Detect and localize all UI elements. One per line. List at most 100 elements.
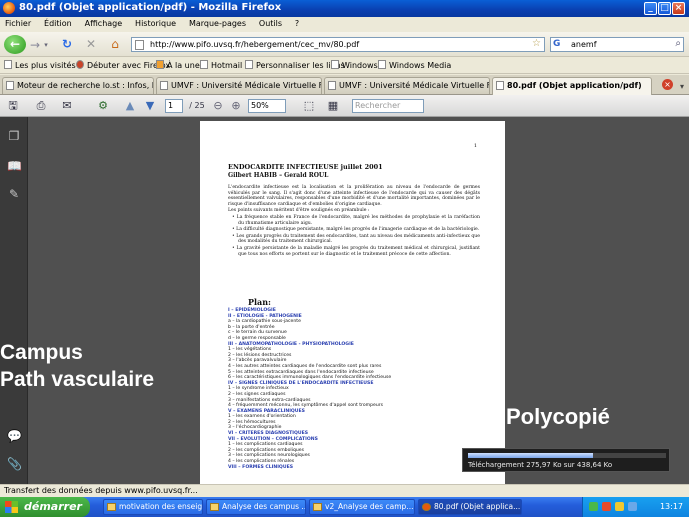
- tab-active[interactable]: 80.pdf (Objet application/pdf): [492, 77, 652, 95]
- tab[interactable]: Moteur de recherche lo.st : Infos, Phot.…: [2, 77, 154, 94]
- close-tab-icon[interactable]: ×: [662, 79, 673, 90]
- menu-help[interactable]: ?: [290, 17, 304, 28]
- tray-icon[interactable]: [589, 502, 598, 511]
- bookmark-item[interactable]: Personnaliser les liens: [245, 60, 345, 70]
- pdf-search-input[interactable]: Rechercher: [352, 99, 424, 113]
- navigation-toolbar: ← → ▾ ↻ ✕ ⌂ http://www.pifo.uvsq.fr/hebe…: [0, 32, 689, 57]
- table-of-contents: I – EPIDEMIOLOGIE II – ETIOLOGIE - PATHOG…: [228, 308, 488, 470]
- zoom-tool-icon[interactable]: ▦: [326, 98, 340, 114]
- zoom-select[interactable]: 50%: [248, 99, 286, 113]
- tab[interactable]: UMVF : Université Médicale Virtuelle Fra…: [324, 77, 490, 94]
- page-down-icon[interactable]: ▼: [144, 98, 156, 114]
- url-bar[interactable]: http://www.pifo.uvsq.fr/hebergement/cec_…: [131, 37, 545, 52]
- url-text: http://www.pifo.uvsq.fr/hebergement/cec_…: [150, 40, 360, 49]
- download-status: Téléchargement 275,97 Ko sur 438,64 Ko: [468, 461, 613, 469]
- home-icon[interactable]: ⌂: [106, 35, 124, 53]
- save-icon[interactable]: 🖫: [6, 98, 20, 114]
- bookmark-item[interactable]: Windows: [331, 60, 378, 70]
- overlay-campus-label: Campus Path vasculaire: [0, 341, 155, 391]
- zoom-in-icon[interactable]: ⊕: [230, 98, 242, 114]
- tray-icon[interactable]: [615, 502, 624, 511]
- print-icon[interactable]: ⎙: [34, 98, 48, 114]
- bookmark-item[interactable]: Les plus visités: [4, 60, 76, 70]
- title-bar: 80.pdf (Objet application/pdf) - Mozilla…: [0, 0, 689, 17]
- document-icon: [210, 503, 219, 511]
- google-icon[interactable]: G: [553, 39, 560, 49]
- firefox-icon: [76, 60, 84, 69]
- plan-heading: Plan:: [248, 297, 272, 307]
- taskbar-item[interactable]: motivation des enseig...: [103, 499, 203, 515]
- pdf-sidebar: ❐ 📖 ✎ 💬 📎: [0, 117, 28, 484]
- page-icon: [6, 81, 14, 90]
- stop-icon[interactable]: ✕: [82, 35, 100, 53]
- intro-paragraph: L'endocardite infectieuse est la localis…: [228, 185, 480, 207]
- document-authors: Gilbert HABIB – Gerald ROUL: [228, 172, 329, 179]
- taskbar-item[interactable]: Analyse des campus ...: [206, 499, 306, 515]
- signatures-icon[interactable]: ✎: [7, 187, 21, 201]
- tab-bar: Moteur de recherche lo.st : Infos, Phot.…: [0, 75, 689, 95]
- close-button[interactable]: ×: [672, 2, 685, 15]
- attachments-icon[interactable]: 📎: [7, 457, 22, 471]
- bookmark-item[interactable]: À la une: [156, 60, 200, 70]
- menu-edition[interactable]: Édition: [39, 17, 77, 28]
- document-icon: [313, 503, 322, 511]
- forward-arrow-icon[interactable]: →: [28, 36, 42, 54]
- document-icon: [107, 503, 116, 511]
- progress-bar: [468, 453, 666, 458]
- page-number-input[interactable]: 1: [165, 99, 183, 113]
- pages-icon[interactable]: ❐: [7, 129, 21, 143]
- taskbar-item-active[interactable]: 80.pdf (Objet applica...: [418, 499, 522, 515]
- page-icon: [496, 81, 504, 90]
- select-tool-icon[interactable]: ⬚: [302, 98, 316, 114]
- tab[interactable]: UMVF : Université Médicale Virtuelle Fra…: [156, 77, 322, 94]
- menu-outils[interactable]: Outils: [254, 17, 287, 28]
- bookmarks-icon[interactable]: 📖: [7, 159, 22, 173]
- menu-marque-pages[interactable]: Marque-pages: [184, 17, 251, 28]
- page-up-icon[interactable]: ▲: [124, 98, 136, 114]
- bookmark-item[interactable]: Hotmail: [200, 60, 242, 70]
- minimize-button[interactable]: _: [644, 2, 657, 15]
- taskbar-item[interactable]: v2_Analyse des camp...: [309, 499, 415, 515]
- search-box[interactable]: G anemf ⌕: [550, 37, 684, 52]
- share-icon[interactable]: ✉: [58, 98, 76, 114]
- overlay-polycopie-label: Polycopié: [506, 404, 610, 429]
- page-icon: [245, 60, 253, 69]
- clock: 13:17: [659, 502, 683, 511]
- back-arrow-icon[interactable]: ←: [4, 35, 26, 54]
- progress-fill: [468, 453, 593, 458]
- menu-historique[interactable]: Historique: [130, 17, 181, 28]
- page-icon: [378, 60, 386, 69]
- page-icon: [200, 60, 208, 69]
- page-icon: [331, 60, 339, 69]
- reload-icon[interactable]: ↻: [58, 35, 76, 53]
- star-icon[interactable]: ☆: [532, 38, 541, 49]
- status-bar: Transfert des données depuis www.pifo.uv…: [0, 484, 689, 497]
- pdf-viewer[interactable]: ❐ 📖 ✎ 💬 📎 1 ENDOCARDITE INFECTIEUSE juil…: [0, 117, 689, 484]
- windows-logo-icon: [5, 501, 18, 513]
- comments-icon[interactable]: 💬: [7, 429, 22, 443]
- page-icon: [328, 81, 336, 90]
- rss-icon: [156, 60, 164, 69]
- menu-affichage[interactable]: Affichage: [80, 17, 128, 28]
- search-icon[interactable]: ⌕: [675, 38, 681, 49]
- search-input[interactable]: anemf: [571, 40, 597, 49]
- system-tray: 13:17: [582, 497, 689, 517]
- history-dropdown-icon[interactable]: ▾: [42, 36, 50, 54]
- pdf-page: 1 ENDOCARDITE INFECTIEUSE juillet 2001 G…: [200, 121, 505, 484]
- maximize-button[interactable]: □: [658, 2, 671, 15]
- start-button[interactable]: démarrer: [0, 497, 90, 517]
- document-intro: L'endocardite infectieuse est la localis…: [228, 185, 480, 258]
- bookmark-folder-icon: [4, 60, 12, 69]
- window-title: 80.pdf (Objet application/pdf) - Mozilla…: [19, 2, 282, 13]
- download-progress: Téléchargement 275,97 Ko sur 438,64 Ko: [462, 448, 670, 472]
- menu-fichier[interactable]: Fichier: [0, 17, 36, 28]
- tools-icon[interactable]: ⚙: [94, 98, 112, 114]
- pdf-toolbar: 🖫 ⎙ ✉ ⚙ ▲ ▼ 1 / 25 ⊖ ⊕ 50% ⬚ ▦ Recherche…: [0, 95, 689, 117]
- page-icon: [135, 40, 144, 50]
- zoom-out-icon[interactable]: ⊖: [212, 98, 224, 114]
- bullet-item: • La difficulté diagnostique persistante…: [232, 227, 480, 233]
- tray-icon[interactable]: [602, 502, 611, 511]
- tab-list-icon[interactable]: ▾: [677, 78, 687, 96]
- bookmark-item[interactable]: Windows Media: [378, 60, 451, 70]
- tray-icon[interactable]: [628, 502, 637, 511]
